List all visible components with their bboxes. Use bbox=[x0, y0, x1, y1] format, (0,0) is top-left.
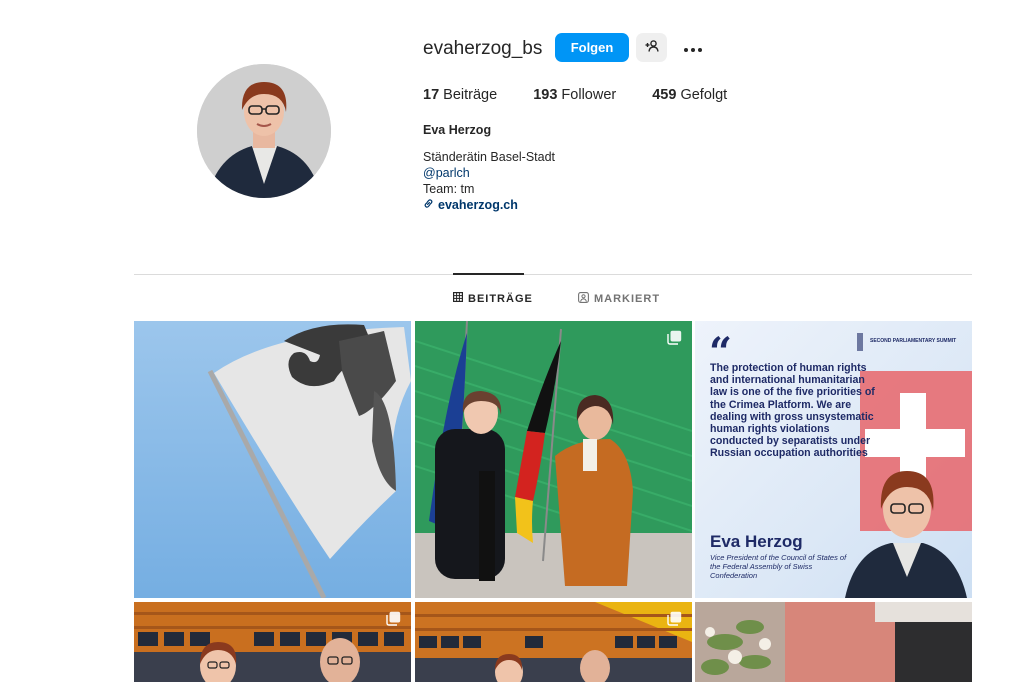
profile-full-name: Eva Herzog bbox=[423, 123, 492, 137]
tab-tagged[interactable]: MARKIERT bbox=[578, 292, 660, 306]
profile-bio: Eva Herzog Ständerätin Basel-Stadt @parl… bbox=[423, 122, 555, 213]
post-image bbox=[134, 602, 411, 682]
multiple-posts-icon bbox=[667, 611, 682, 626]
bio-line: Ständerätin Basel-Stadt bbox=[423, 150, 556, 164]
tabs-divider bbox=[134, 274, 972, 275]
post-thumbnail[interactable]: “ SECOND PARLIAMENTARY SUMMIT The protec… bbox=[695, 321, 972, 598]
post-image bbox=[695, 602, 972, 682]
grid-icon bbox=[453, 292, 464, 305]
followers-count[interactable]: 193 Follower bbox=[533, 87, 616, 103]
link-icon bbox=[423, 197, 434, 213]
post-quote-name: Eva Herzog bbox=[710, 532, 803, 551]
profile-username: evaherzog_bs bbox=[423, 38, 543, 59]
post-thumbnail[interactable] bbox=[134, 321, 411, 598]
post-image bbox=[415, 602, 692, 682]
tagged-icon bbox=[578, 292, 589, 306]
more-icon bbox=[683, 36, 703, 59]
post-image bbox=[134, 321, 411, 598]
post-quote-role: Vice President of the Council of States … bbox=[710, 553, 847, 580]
post-thumbnail[interactable] bbox=[695, 602, 972, 682]
bio-mention-link[interactable]: @parlch bbox=[423, 165, 555, 181]
summit-label: SECOND PARLIAMENTARY SUMMIT bbox=[870, 338, 957, 344]
post-thumbnail[interactable] bbox=[134, 602, 411, 682]
post-thumbnail[interactable] bbox=[415, 602, 692, 682]
more-options-button[interactable] bbox=[680, 36, 706, 58]
post-image bbox=[415, 321, 692, 598]
bio-website-link[interactable]: evaherzog.ch bbox=[423, 197, 555, 213]
profile-stats: 17 Beiträge 193 Follower 459 Gefolgt bbox=[423, 87, 763, 103]
post-quote-text: The protection of human rights and inter… bbox=[710, 362, 875, 460]
post-thumbnail[interactable] bbox=[415, 321, 692, 598]
following-count[interactable]: 459 Gefolgt bbox=[652, 87, 727, 103]
multiple-posts-icon bbox=[386, 611, 401, 626]
add-person-icon bbox=[645, 40, 659, 55]
profile-avatar[interactable] bbox=[197, 64, 331, 198]
bio-line: Team: tm bbox=[423, 182, 475, 196]
suggested-accounts-button[interactable] bbox=[636, 33, 667, 62]
posts-count: 17 Beiträge bbox=[423, 87, 498, 103]
tab-posts[interactable]: BEITRÄGE bbox=[453, 292, 533, 305]
active-tab-indicator bbox=[453, 273, 524, 275]
multiple-posts-icon bbox=[667, 330, 682, 345]
follow-button[interactable]: Folgen bbox=[555, 33, 629, 62]
